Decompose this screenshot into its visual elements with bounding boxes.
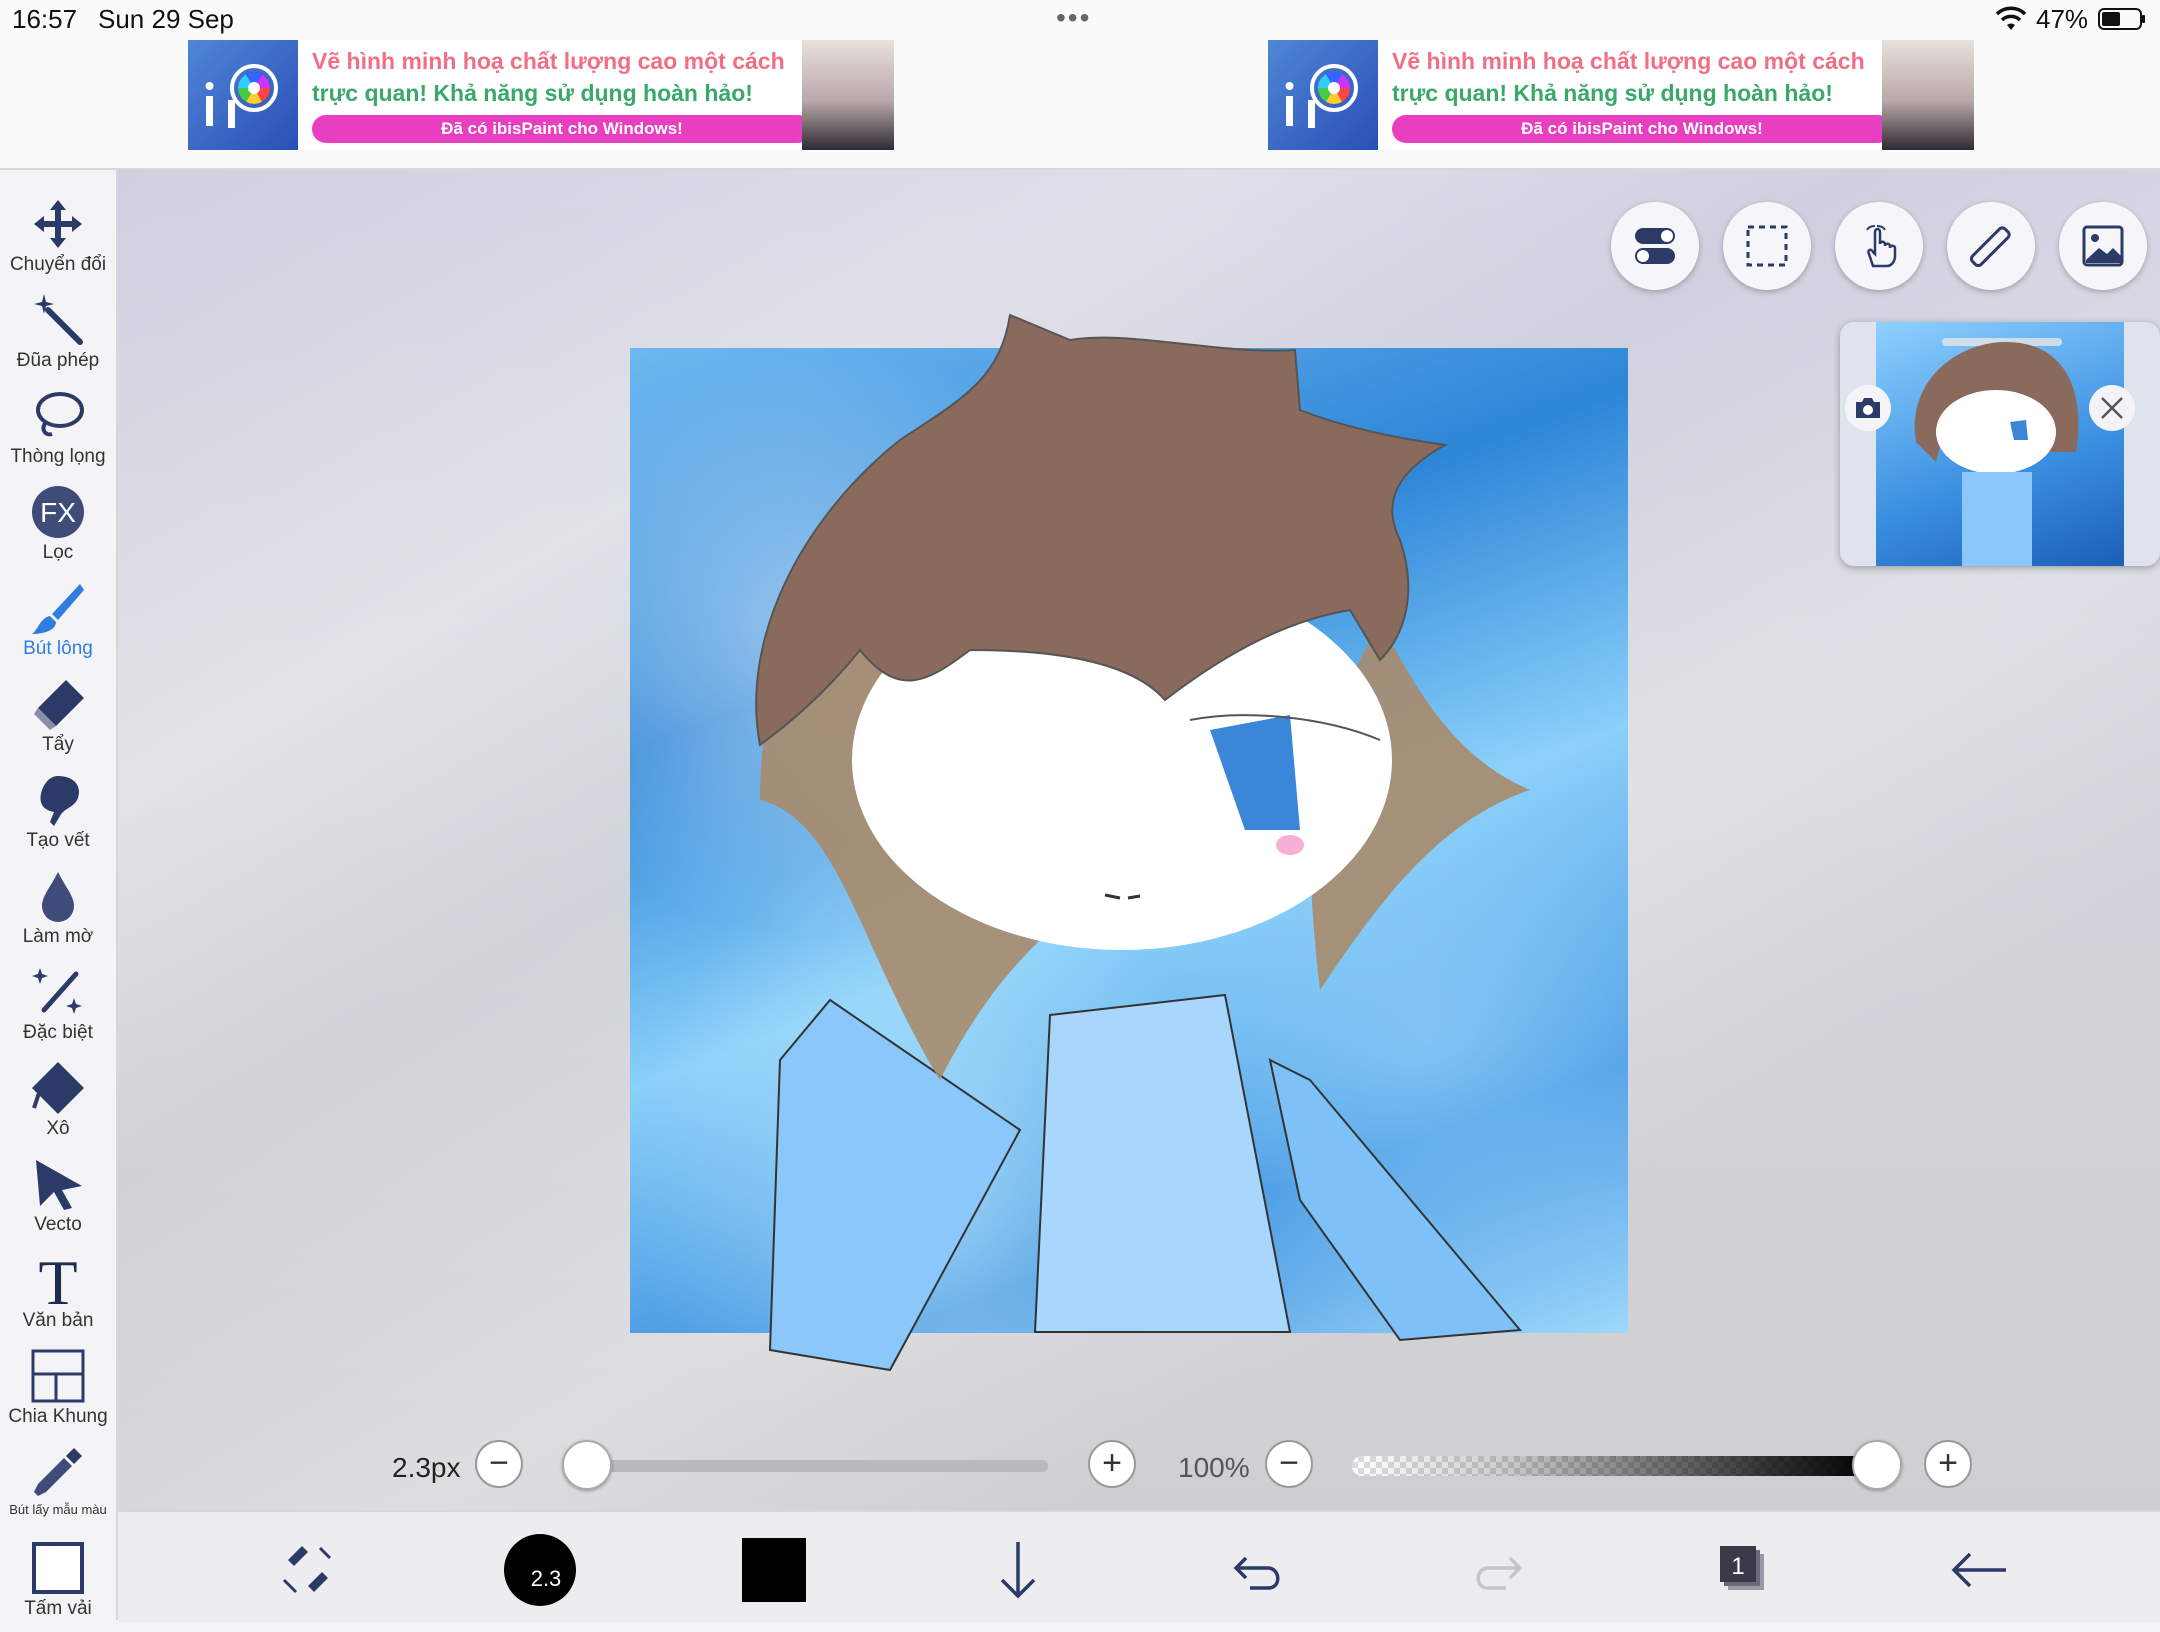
tool-filter[interactable]: FX Lọc (0, 484, 116, 576)
tool-label: Tạo vết (26, 830, 90, 851)
tool-label: Đặc biệt (23, 1022, 93, 1043)
tool-label: Chia Khung (8, 1406, 108, 1427)
back-arrow-icon[interactable] (1940, 1530, 2020, 1610)
tool-brush[interactable]: Bút lông (0, 580, 116, 672)
tool-label: Xô (46, 1118, 70, 1139)
fx-text: FX (40, 497, 76, 528)
bottom-toolbar: 2.3 1 (118, 1510, 2160, 1622)
tool-transform[interactable]: Chuyển đổi (0, 196, 116, 288)
toggle-switch-icon (1635, 228, 1675, 264)
tool-lasso[interactable]: Thòng lọng (0, 388, 116, 480)
text-icon: T (38, 1252, 77, 1308)
tool-label: Đũa phép (16, 350, 100, 371)
opacity-slider-track[interactable] (1352, 1456, 1872, 1476)
tool-smudge[interactable]: Tạo vết (0, 772, 116, 864)
brush-size-badge: 2.3 (531, 1566, 562, 1591)
opacity-slider-knob[interactable] (1852, 1440, 1902, 1490)
tool-label: Bút lông (23, 638, 93, 659)
blur-drop-icon (42, 872, 74, 922)
size-increase-button[interactable]: + (1088, 1440, 1136, 1488)
size-decrease-button[interactable]: − (475, 1440, 523, 1488)
magic-wand-icon (34, 294, 83, 345)
svg-text:T: T (38, 1252, 77, 1308)
brush-icon (32, 584, 84, 634)
layers-icon: 1 (1720, 1546, 1764, 1590)
size-slider-knob[interactable] (562, 1440, 612, 1490)
fx-filter-icon: FX (32, 486, 84, 538)
tool-frame-divider[interactable]: Chia Khung (0, 1348, 116, 1440)
selection-button[interactable] (1723, 202, 1811, 290)
layer-count: 1 (1731, 1553, 1744, 1580)
preview-thumbnail (1876, 322, 2124, 566)
dashed-selection-icon (1746, 225, 1788, 267)
lasso-icon (36, 392, 84, 437)
tool-label: Tấm vải (24, 1598, 92, 1619)
opacity-value: 100% (1178, 1452, 1250, 1483)
smudge-icon (40, 776, 80, 826)
ruler-icon (1969, 226, 2011, 268)
current-color-swatch[interactable] (742, 1538, 806, 1602)
tool-label: Văn bản (22, 1310, 94, 1331)
tool-label: Làm mờ (22, 926, 94, 947)
brush-size-indicator[interactable]: 2.3 (500, 1530, 580, 1610)
arrow-down-icon[interactable] (978, 1530, 1058, 1610)
tool-text[interactable]: T Văn bản (0, 1252, 116, 1344)
tool-label: Bút lấy mẫu màu (9, 1502, 107, 1517)
vector-cursor-icon (36, 1160, 82, 1210)
toggle-settings-button[interactable] (1611, 202, 1699, 290)
frame-divider-icon (31, 1349, 85, 1403)
quick-swap-icon[interactable] (268, 1530, 348, 1610)
tool-magic-wand[interactable]: Đũa phép (0, 292, 116, 384)
close-icon[interactable] (2088, 384, 2136, 432)
bucket-icon (32, 1062, 84, 1114)
tool-bucket[interactable]: Xô (0, 1060, 116, 1152)
opacity-increase-button[interactable]: + (1924, 1440, 1972, 1488)
eraser-icon (34, 680, 84, 730)
canvas-icon (32, 1542, 84, 1594)
opacity-decrease-button[interactable]: − (1265, 1440, 1313, 1488)
image-icon (2082, 225, 2124, 267)
tool-canvas[interactable]: Tấm vải (0, 1540, 116, 1632)
ruler-button[interactable] (1947, 202, 2035, 290)
tool-label: Thòng lọng (10, 446, 106, 467)
tool-blur[interactable]: Làm mờ (0, 868, 116, 960)
move-icon (34, 200, 82, 248)
hand-touch-icon (1866, 225, 1897, 268)
camera-icon[interactable] (1844, 384, 1892, 432)
reference-image-button[interactable] (2059, 202, 2147, 290)
special-pen-icon (32, 968, 82, 1014)
brush-size-value: 2.3px (392, 1452, 461, 1483)
tool-eraser[interactable]: Tẩy (0, 676, 116, 768)
tool-special[interactable]: Đặc biệt (0, 964, 116, 1056)
undo-icon[interactable] (1218, 1530, 1298, 1610)
tool-label: Chuyển đổi (9, 254, 107, 275)
tool-label: Lọc (42, 542, 74, 563)
tool-label: Vecto (34, 1214, 82, 1235)
size-slider-track[interactable] (566, 1460, 1048, 1472)
preview-window[interactable] (1840, 322, 2160, 566)
tool-label: Tẩy (42, 734, 74, 755)
tool-vector[interactable]: Vecto (0, 1156, 116, 1248)
brush-slider-row: 2.3px − + 100% − + (0, 1440, 2160, 1490)
redo-icon[interactable] (1458, 1530, 1538, 1610)
touch-gesture-button[interactable] (1835, 202, 1923, 290)
layers-button[interactable]: 1 (1700, 1530, 1780, 1610)
left-toolbar: Chuyển đổi Đũa phép Thòng lọng FX Lọc Bú… (0, 170, 118, 1620)
